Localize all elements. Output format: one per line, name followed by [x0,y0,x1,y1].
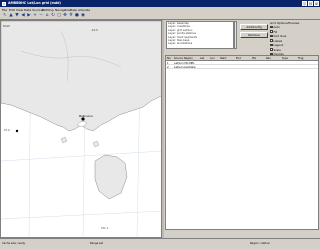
city-label: Melbourne [79,115,93,118]
column-header[interactable]: Region [184,57,193,60]
title-bar: AMBBDHC Lat/Lon grid (mdd) _ □ × [0,0,320,7]
tasmania-landmass [94,154,128,200]
grid-option-label: Grid lines [273,34,287,38]
grid-option-label: Scale [273,47,281,52]
checkbox-box[interactable] [270,25,273,29]
checkbox-box[interactable] [270,34,273,38]
grid-option-label: Auto [273,25,280,29]
grid-options-panel: Grid Options/Preview Auto Fill Grid lines L… [270,21,318,56]
table-cell: 2 [167,65,169,69]
status-bar: Cache size: ready Range set Region: Lat/… [0,238,320,249]
maximize-button[interactable]: □ [308,1,313,6]
column-header[interactable]: Res [266,57,271,60]
map-canvas[interactable] [1,21,162,238]
table-cell: Lat/Lon [174,65,184,69]
table-row[interactable]: 2 Lat/Lon Australia [166,65,318,69]
island [60,136,68,144]
status-right: Region: Lat/Lon [250,242,271,245]
point-marker-icon[interactable] [15,129,19,133]
add-config-button[interactable]: Add/Config [240,24,268,30]
close-button[interactable]: × [314,1,319,6]
app-icon [2,1,6,6]
status-mid: Range set [90,242,104,245]
column-header[interactable]: End [236,57,241,60]
island [92,140,100,148]
layer-list-item[interactable]: Layer: annotations [167,42,233,45]
grid-option-label: Legend [273,43,284,47]
grid-option-label: Fill [273,29,278,34]
minimize-button[interactable]: _ [302,1,307,6]
checkbox-box[interactable] [270,30,273,33]
checkbox-box[interactable] [270,48,273,51]
column-header[interactable]: Type [282,57,288,60]
checkbox-box[interactable] [270,43,273,47]
map-label: -40.0 [91,29,98,32]
data-table[interactable]: No. Source Region Lat Lon Start End Pts Res Type F… [165,55,319,230]
remove-button[interactable]: Remove [240,32,268,38]
column-header[interactable]: Pts [252,57,256,60]
column-header[interactable]: Flag [298,57,303,60]
column-header[interactable]: Lat [200,57,204,60]
column-header[interactable]: Source [174,57,183,60]
grid-option-label: Labels [273,38,283,43]
map-label: BASE [3,25,10,28]
layer-list-scrollbar[interactable] [234,21,237,49]
column-header[interactable]: Start [220,57,226,60]
map-label: CTL-1 [101,227,109,230]
layer-list[interactable]: Layer: basemap Layer: coastlines Layer: gr… [166,21,234,49]
status-left: Cache size: ready [2,242,25,245]
column-header[interactable]: Lon [210,57,215,60]
toolbar: ↖ ▲ ▼ ◀ ▶ + − ⌂ ↻ ◻ ✥ # ● ◉ [0,12,320,20]
record-icon[interactable]: ◉ [80,13,86,19]
table-cell: Australia [184,65,196,69]
window-title: AMBBDHC Lat/Lon grid (mdd) [8,1,61,5]
column-header[interactable]: No. [167,57,171,60]
map-label: -37.0 [3,129,10,132]
checkbox-box[interactable] [270,39,273,42]
map-view[interactable]: BASE -40.0 Melbourne -37.0 CTL-1 [0,20,162,238]
